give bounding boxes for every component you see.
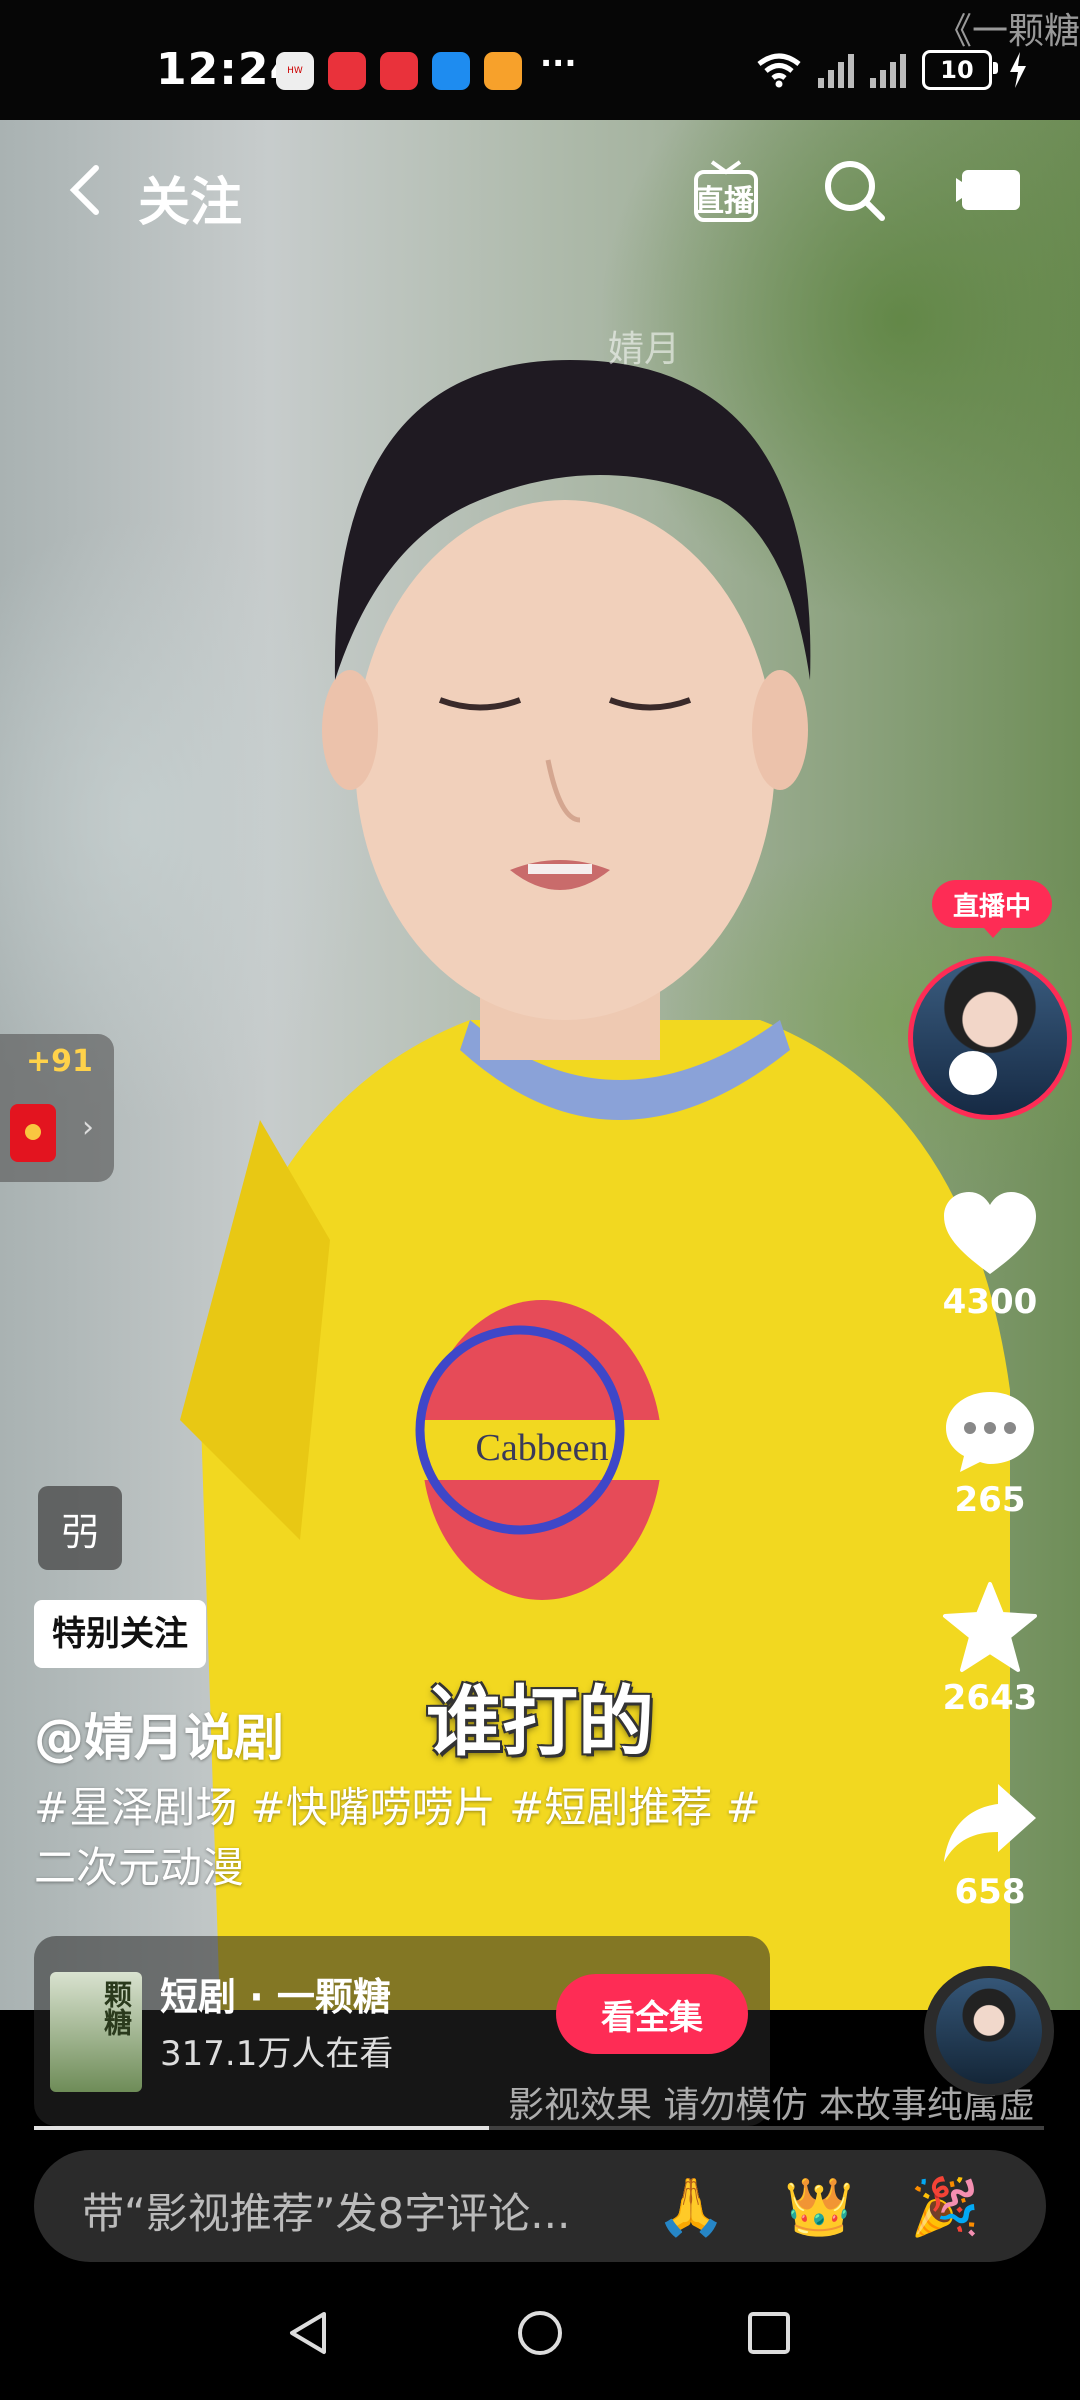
nav-recents-icon[interactable]: [744, 2308, 794, 2358]
corner-text: 《一颗糖: [935, 11, 1080, 52]
favorite-button[interactable]: 2643: [930, 1580, 1050, 1718]
battery-level: 10: [940, 56, 974, 84]
signal-1-icon: [818, 52, 854, 88]
red-envelope-icon: [10, 1104, 56, 1162]
progress-fill: [34, 2126, 489, 2130]
party-emoji-button[interactable]: 🎉: [910, 2174, 980, 2240]
chevron-right-icon: ›: [82, 1110, 94, 1145]
rabbit-icon: [949, 1051, 997, 1095]
nav-back-icon[interactable]: [284, 2308, 334, 2358]
like-button[interactable]: 4300: [930, 1188, 1050, 1322]
page-title: 关注: [138, 173, 243, 233]
huawei-app-icon: HW: [276, 52, 314, 90]
svg-text:Cabbeen: Cabbeen: [476, 1427, 609, 1469]
notification-icons: HW: [276, 52, 522, 90]
wifi-icon: [757, 53, 801, 88]
orange-video-app-icon: [484, 52, 522, 90]
signal-2-icon: [870, 52, 906, 88]
red-book-icon: [328, 52, 366, 90]
heart-icon: [944, 1192, 1036, 1274]
charging-icon: [1010, 52, 1026, 88]
star-icon: [943, 1582, 1037, 1672]
special-follow-badge[interactable]: 特别关注: [34, 1600, 206, 1668]
live-badge: 直播中: [932, 880, 1052, 938]
red-packet-reward-tab[interactable]: +91 ›: [0, 1034, 114, 1182]
live-entry-label: 直播: [694, 184, 754, 219]
system-nav-bar: [0, 2262, 1080, 2400]
comment-count: 265: [954, 1480, 1026, 1520]
battery-icon: 10: [922, 50, 998, 90]
share-icon: [944, 1784, 1036, 1862]
watch-all-button[interactable]: 看全集: [556, 1974, 748, 2054]
drama-thumbnail: 颗糖: [50, 1972, 142, 2092]
comment-placeholder: 带“影视推荐”发8字评论...: [82, 2189, 571, 2238]
author-username[interactable]: @婧月说剧: [34, 1698, 284, 1770]
video-hashtags[interactable]: #星泽剧场 #快嘴唠唠片 #短剧推荐 #二次元动漫: [34, 1778, 794, 1898]
comment-icon: [946, 1392, 1034, 1472]
tag-chip[interactable]: 弜: [38, 1486, 122, 1570]
watermark: 婧月: [608, 329, 681, 370]
video-progress-bar[interactable]: [34, 2126, 1044, 2130]
drama-thumb-text: 颗糖: [100, 1980, 133, 2036]
share-count: 658: [954, 1872, 1026, 1912]
top-bar: 关注 直播: [0, 120, 1080, 260]
reward-points: +91: [26, 1044, 93, 1079]
share-button[interactable]: 658: [930, 1778, 1050, 1912]
pray-emoji-button[interactable]: 🙏: [656, 2174, 726, 2240]
like-count: 4300: [942, 1282, 1038, 1322]
nav-home-icon[interactable]: [515, 2308, 565, 2358]
status-bar: 12:24 HW ··· 10 《一颗糖: [0, 0, 1080, 120]
crown-emoji-button[interactable]: 👑: [784, 2174, 854, 2240]
camera-icon[interactable]: [954, 164, 1024, 214]
drama-viewers: 317.1万人在看: [160, 2034, 394, 2074]
drama-title: 短剧 · 一颗糖: [160, 1975, 391, 2019]
more-notifications-icon: ···: [540, 44, 577, 82]
comment-button[interactable]: 265: [930, 1386, 1050, 1520]
search-icon[interactable]: [822, 158, 888, 224]
comment-input-bar[interactable]: 带“影视推荐”发8字评论... 🙏 👑 🎉: [34, 2150, 1046, 2262]
blue-search-app-icon: [432, 52, 470, 90]
creator-avatar[interactable]: [908, 956, 1072, 1120]
music-disc[interactable]: [924, 1966, 1054, 2096]
favorite-count: 2643: [942, 1678, 1038, 1718]
back-icon[interactable]: [58, 160, 118, 220]
red-app-icon: [380, 52, 418, 90]
live-entry-button[interactable]: 直播: [690, 154, 762, 226]
